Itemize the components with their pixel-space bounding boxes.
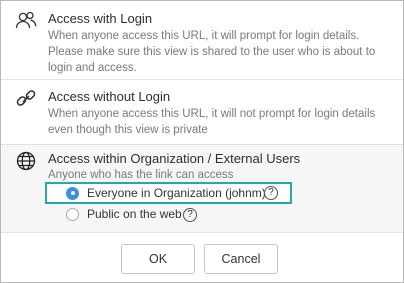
option-access-with-login[interactable]: Access with Login When anyone access thi… — [1, 1, 403, 80]
radio-unselected[interactable] — [66, 208, 79, 221]
globe-icon — [15, 150, 37, 172]
help-icon[interactable]: ? — [183, 208, 197, 222]
users-icon — [15, 9, 37, 31]
suboption-label: Public on the web — [87, 207, 182, 221]
option-title: Access with Login — [48, 11, 153, 26]
suboption-everyone-in-organization[interactable]: Everyone in Organization (johnm) ? — [45, 182, 292, 204]
link-icon — [15, 88, 37, 110]
option-description: When anyone access this URL, it will not… — [48, 108, 376, 136]
option-description: When anyone access this URL, it will pro… — [48, 30, 376, 74]
help-icon[interactable]: ? — [264, 186, 278, 200]
option-access-without-login[interactable]: Access without Login When anyone access … — [1, 80, 403, 145]
suboption-label: Everyone in Organization (johnm) — [87, 186, 266, 200]
option-title: Access within Organization / External Us… — [48, 151, 301, 166]
cancel-button[interactable]: Cancel — [204, 244, 278, 274]
radio-selected[interactable] — [66, 186, 79, 200]
ok-button[interactable]: OK — [121, 244, 195, 274]
option-title: Access without Login — [48, 89, 171, 104]
share-access-dialog: Access with Login When anyone access thi… — [0, 0, 404, 283]
option-description: Anyone who has the link can access — [48, 169, 234, 181]
